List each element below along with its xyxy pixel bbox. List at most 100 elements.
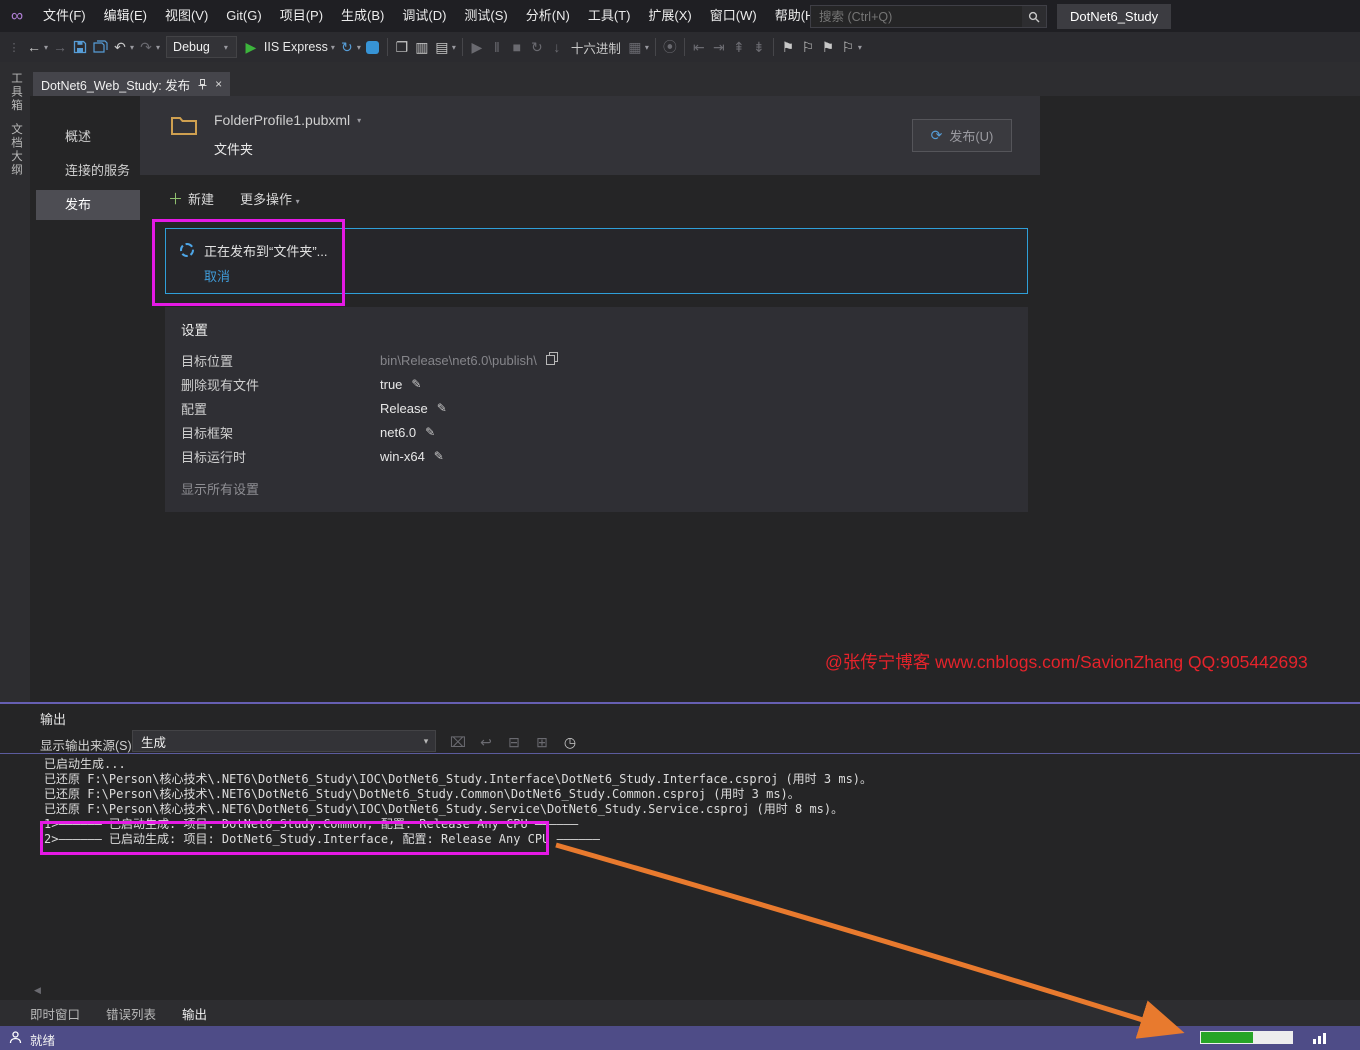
web-browser-icon[interactable] — [363, 35, 383, 59]
pin-icon[interactable] — [198, 79, 207, 90]
split-window-icon[interactable]: ▥ — [412, 35, 432, 59]
publish-activity-icon[interactable] — [1312, 1031, 1328, 1048]
menu-analyze[interactable]: 分析(N) — [517, 0, 579, 32]
sidebar-tab-document-outline[interactable]: 文档大纲 — [8, 123, 24, 177]
publish-profile-header: FolderProfile1.pubxml ▾ 文件夹 ⟳ 发布(U) — [140, 96, 1040, 175]
pane-splitter[interactable] — [0, 702, 1360, 704]
menu-view[interactable]: 视图(V) — [156, 0, 217, 32]
undo-dropdown-icon[interactable]: ▾ — [130, 43, 134, 52]
toolbar-drag-handle-icon[interactable]: ⋮ — [4, 35, 24, 59]
clear-output-icon[interactable]: ⌧ — [448, 730, 468, 754]
solution-configuration-select[interactable]: Debug ▾ — [166, 36, 237, 58]
toggle-bookmark-icon[interactable]: ⚑ — [778, 35, 798, 59]
publish-button[interactable]: ⟳ 发布(U) — [912, 119, 1012, 152]
configuration-value: Debug — [173, 40, 210, 54]
menu-project[interactable]: 项目(P) — [271, 0, 332, 32]
show-all-settings-link[interactable]: 显示所有设置 — [181, 479, 259, 498]
navigate-back-dropdown-icon[interactable]: ▾ — [44, 43, 48, 52]
save-icon[interactable] — [70, 35, 90, 59]
wrap-lines-icon[interactable]: ↩ — [476, 730, 496, 754]
search-input[interactable] — [811, 10, 1022, 24]
navigate-forward-icon[interactable]: → — [50, 35, 70, 59]
decrease-indent-icon[interactable]: ⇤ — [689, 35, 709, 59]
profile-dropdown-icon: ▾ — [357, 116, 361, 125]
increase-indent-icon[interactable]: ⇥ — [709, 35, 729, 59]
profile-name-label: FolderProfile1.pubxml — [214, 112, 350, 128]
next-bookmark-icon[interactable]: ⚑ — [818, 35, 838, 59]
tab-output[interactable]: 输出 — [182, 1004, 207, 1023]
toolbar-separator — [387, 38, 388, 56]
tab-error-list[interactable]: 错误列表 — [106, 1004, 156, 1023]
previous-bookmark-icon[interactable]: ⚐ — [798, 35, 818, 59]
restart-icon[interactable]: ↻ — [527, 35, 547, 59]
setting-value: net6.0 — [380, 425, 416, 440]
breakpoint-window-icon[interactable]: ⦿ — [660, 35, 680, 59]
close-tab-icon[interactable]: × — [215, 77, 222, 91]
clear-bookmarks-icon[interactable]: ⚐ — [838, 35, 858, 59]
toolbar-overflow-icon[interactable]: ▾ — [858, 43, 862, 52]
edit-pencil-icon[interactable]: ✎ — [437, 401, 447, 415]
feedback-icon[interactable] — [8, 1030, 23, 1048]
collapse-all-icon[interactable]: ⊟ — [504, 730, 524, 754]
document-tab-label: DotNet6_Web_Study: 发布 — [41, 75, 190, 94]
run-target-label[interactable]: IIS Express — [264, 40, 328, 54]
run-target-dropdown-icon[interactable]: ▾ — [331, 43, 335, 52]
menu-test[interactable]: 测试(S) — [455, 0, 516, 32]
undo-icon[interactable]: ↶ — [110, 35, 130, 59]
menu-debug[interactable]: 调试(D) — [393, 0, 455, 32]
menu-extensions[interactable]: 扩展(X) — [639, 0, 700, 32]
publish-nav-connected-services[interactable]: 连接的服务 — [36, 156, 140, 186]
comment-icon[interactable]: ⇞ — [729, 35, 749, 59]
edit-pencil-icon[interactable]: ✎ — [411, 377, 421, 391]
pause-icon[interactable]: ‖ — [487, 35, 507, 59]
publish-nav-publish[interactable]: 发布 — [36, 190, 140, 220]
output-source-value: 生成 — [133, 732, 417, 751]
quick-search-box[interactable] — [810, 5, 1047, 28]
menu-build[interactable]: 生成(B) — [332, 0, 393, 32]
expand-all-icon[interactable]: ⊞ — [532, 730, 552, 754]
menu-tools[interactable]: 工具(T) — [579, 0, 640, 32]
profile-name-dropdown[interactable]: FolderProfile1.pubxml ▾ — [214, 112, 363, 128]
redo-dropdown-icon[interactable]: ▾ — [156, 43, 160, 52]
sidebar-tab-toolbox[interactable]: 工具箱 — [8, 72, 24, 113]
memory-dropdown-icon[interactable]: ▾ — [645, 43, 649, 52]
memory-layout-icon[interactable]: ▦ — [625, 35, 645, 59]
copy-path-icon[interactable] — [546, 352, 558, 368]
stop-icon[interactable]: ■ — [507, 35, 527, 59]
refresh-dropdown-icon[interactable]: ▾ — [357, 43, 361, 52]
edit-pencil-icon[interactable]: ✎ — [434, 449, 444, 463]
navigate-back-icon[interactable]: ← — [24, 35, 44, 59]
new-window-icon[interactable]: ❐ — [392, 35, 412, 59]
setting-row-configuration: 配置 Release ✎ — [181, 398, 447, 418]
output-source-select[interactable]: 生成 ▾ — [132, 730, 436, 752]
command-window-icon[interactable]: ▤ — [432, 35, 452, 59]
edit-pencil-icon[interactable]: ✎ — [425, 425, 435, 439]
start-debug-icon[interactable]: ▶ — [241, 35, 261, 59]
step-into-icon[interactable]: ↓ — [547, 35, 567, 59]
menu-window[interactable]: 窗口(W) — [701, 0, 766, 32]
output-source-dropdown-icon: ▾ — [417, 736, 435, 747]
uncomment-icon[interactable]: ⇟ — [749, 35, 769, 59]
search-icon[interactable] — [1022, 6, 1046, 27]
save-all-icon[interactable] — [90, 35, 110, 59]
continue-icon[interactable]: ▶ — [467, 35, 487, 59]
menu-git[interactable]: Git(G) — [217, 0, 270, 32]
spinner-icon — [180, 243, 194, 257]
timestamp-icon[interactable]: ◷ — [560, 730, 580, 754]
output-toolbar: ⌧ ↩ ⊟ ⊞ ◷ — [448, 730, 580, 754]
more-actions-button[interactable]: 更多操作 ▾ — [240, 189, 302, 208]
window-dropdown-icon[interactable]: ▾ — [452, 43, 456, 52]
publish-nav-overview[interactable]: 概述 — [36, 122, 140, 152]
menu-edit[interactable]: 编辑(E) — [95, 0, 156, 32]
cancel-publish-link[interactable]: 取消 — [204, 266, 230, 285]
menu-bar: ∞ 文件(F) 编辑(E) 视图(V) Git(G) 项目(P) 生成(B) 调… — [0, 0, 1360, 32]
setting-row-target-framework: 目标框架 net6.0 ✎ — [181, 422, 435, 442]
document-tab-publish[interactable]: DotNet6_Web_Study: 发布 × — [33, 72, 230, 96]
tab-immediate-window[interactable]: 即时窗口 — [30, 1004, 80, 1023]
horizontal-scroll-left-icon[interactable]: ◀ — [34, 985, 41, 996]
refresh-icon[interactable]: ↻ — [337, 35, 357, 59]
menu-file[interactable]: 文件(F) — [34, 0, 95, 32]
redo-icon[interactable]: ↷ — [136, 35, 156, 59]
hexadecimal-toggle[interactable]: 十六进制 — [571, 38, 621, 57]
new-profile-button[interactable]: ＋新建 — [168, 188, 214, 209]
